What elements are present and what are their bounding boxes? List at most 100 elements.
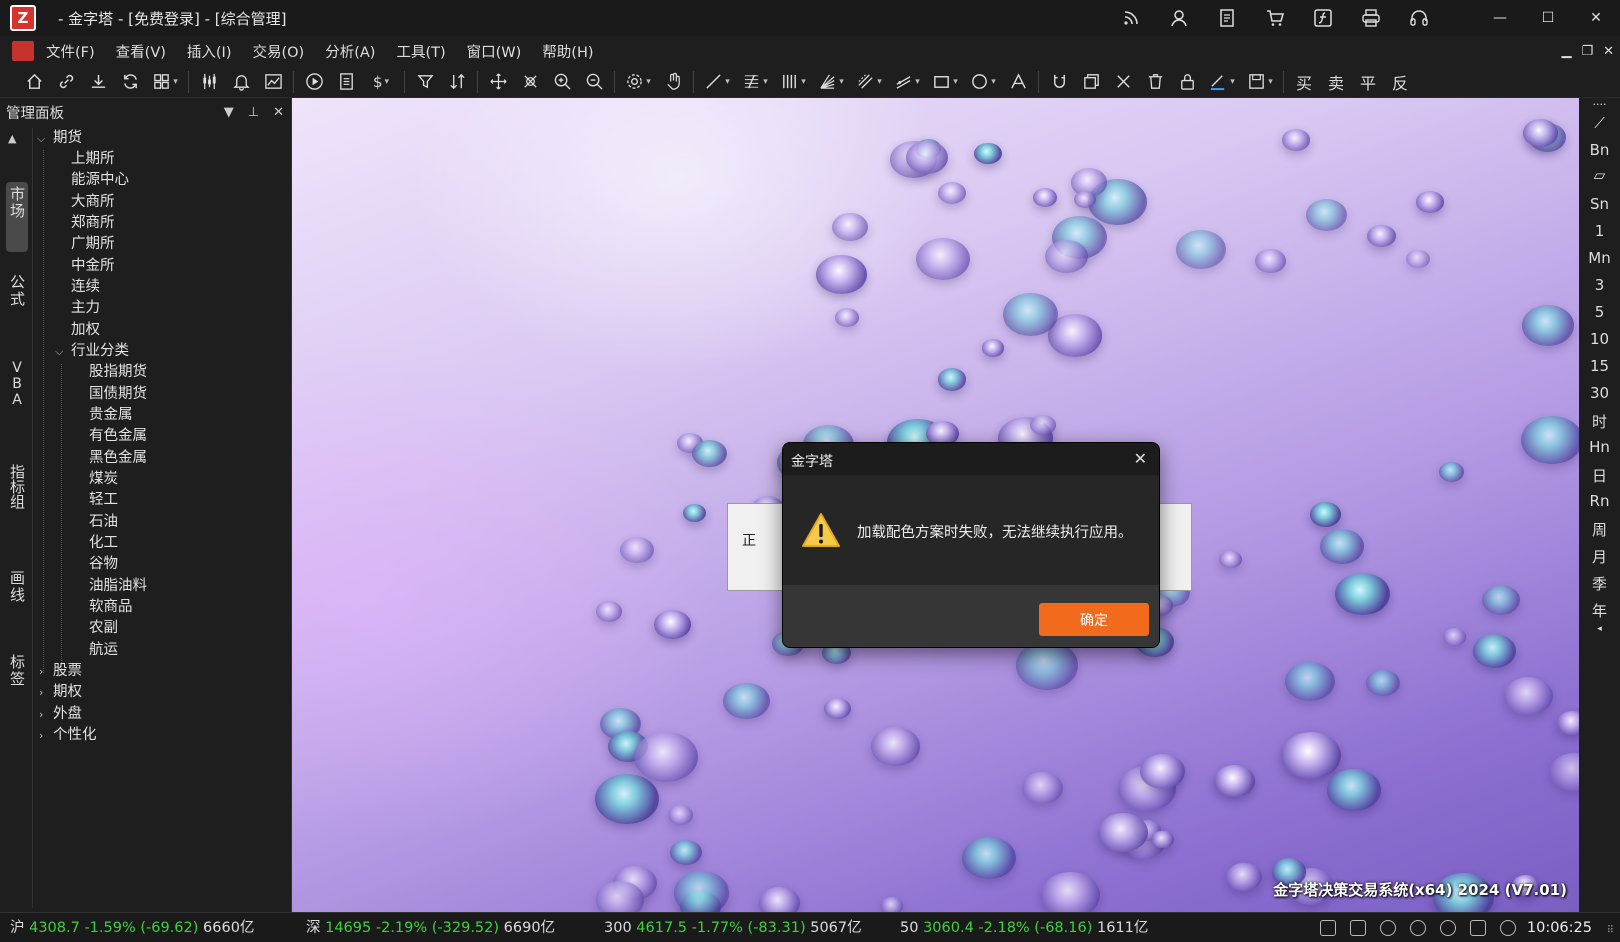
menu-help[interactable]: 帮助(H) [542,41,593,62]
tree-item[interactable]: 农副 [89,618,118,639]
index-sh[interactable]: 沪 4308.7 -1.59% (-69.62) 6660亿 [10,913,254,942]
cart-icon[interactable] [1264,7,1286,29]
period-button[interactable]: 时 [1579,411,1620,432]
resize-grip-icon[interactable]: ⠿ [1607,925,1614,936]
tree-item[interactable]: 广期所 [71,234,115,255]
close-button[interactable]: ✕ [1572,0,1620,36]
download-icon[interactable] [82,68,114,96]
period-button[interactable]: 季 [1579,573,1620,594]
period-button[interactable]: 30 [1579,384,1620,402]
menu-tools[interactable]: 工具(T) [396,41,445,62]
tree-node-stocks[interactable]: 股票 [53,661,82,682]
zoom-in-icon[interactable] [546,68,578,96]
index-300[interactable]: 300 4617.5 -1.77% (-83.31) 5067亿 [604,913,862,942]
period-button[interactable]: Sn [1579,195,1620,213]
home-icon[interactable] [18,68,50,96]
tree-node-custom[interactable]: 个性化 [53,725,97,746]
period-button[interactable]: 10 [1579,330,1620,348]
tree-item[interactable]: 国债期货 [89,384,147,405]
period-button[interactable]: Bn [1579,141,1620,159]
tree-item[interactable]: 贵金属 [89,405,133,426]
period-button[interactable]: Rn [1579,492,1620,510]
vtab-formula[interactable]: 公式 [6,270,28,330]
tree-item[interactable]: 连续 [71,277,100,298]
reverse-button[interactable]: 反 [1384,68,1416,96]
chevron-right-icon[interactable]: › [39,682,51,703]
index-sz[interactable]: 深 14695 -2.19% (-329.52) 6690亿 [306,913,555,942]
period-button[interactable]: 5 [1579,303,1620,321]
ok-button[interactable]: 确定 [1039,603,1149,636]
panel-close-icon[interactable]: ✕ [273,105,284,120]
tree-node-industry[interactable]: 行业分类 [71,341,129,362]
period-button[interactable]: 1 [1579,222,1620,240]
candlestick-icon[interactable] [193,68,225,96]
line-chart-icon[interactable]: ⟋ [1579,114,1620,132]
period-button[interactable]: Mn [1579,249,1620,267]
vtab-vba[interactable]: VBA [6,356,28,422]
period-button[interactable]: 月 [1579,546,1620,567]
mdi-restore-button[interactable]: ❐ [1581,44,1593,59]
line-tool-icon[interactable] [698,68,736,96]
calculator-icon[interactable] [1470,920,1486,936]
move-icon[interactable] [482,68,514,96]
tree-item[interactable]: 煤炭 [89,469,118,490]
settings-gear-icon[interactable] [619,68,657,96]
tree-item[interactable]: 能源中心 [71,170,129,191]
chevron-right-icon[interactable]: › [39,704,51,725]
lock-icon[interactable] [1171,68,1203,96]
vtab-market[interactable]: 市场 [6,182,28,252]
panel-dropdown-icon[interactable]: ▼ [224,105,234,120]
chevron-down-icon[interactable]: ⌵ [55,341,67,362]
tree-item[interactable]: 航运 [89,640,118,661]
ai-icon[interactable] [1500,920,1516,936]
menu-logo-icon[interactable] [12,41,34,61]
tree-item[interactable]: 有色金属 [89,426,147,447]
tree-item[interactable]: 化工 [89,533,118,554]
tree-item[interactable]: 油脂油料 [89,576,147,597]
rectangle-icon[interactable] [926,68,964,96]
period-button[interactable]: 3 [1579,276,1620,294]
tree-item[interactable]: 郑商所 [71,213,115,234]
index-50[interactable]: 50 3060.4 -2.18% (-68.16) 1611亿 [900,913,1148,942]
chart-window-icon[interactable] [257,68,289,96]
period-button[interactable]: 年 [1579,600,1620,621]
chevron-down-icon[interactable]: ⌵ [37,128,49,149]
play-icon[interactable] [298,68,330,96]
mdi-close-button[interactable]: ✕ [1603,44,1614,59]
tree-item[interactable]: 中金所 [71,256,115,277]
minimize-button[interactable]: — [1476,0,1524,36]
database-icon[interactable] [1350,920,1366,936]
scroll-up-icon[interactable]: ▲ [8,132,16,145]
notification-bell-icon[interactable] [1410,920,1426,936]
fan-lines-icon[interactable] [812,68,850,96]
link-icon[interactable] [50,68,82,96]
tree-item[interactable]: 股指期货 [89,362,147,383]
tree-node-foreign[interactable]: 外盘 [53,704,82,725]
buy-button[interactable]: 买 [1288,68,1320,96]
copy-icon[interactable] [1075,68,1107,96]
hand-icon[interactable] [657,68,689,96]
period-button[interactable]: 日 [1579,465,1620,486]
refresh-icon[interactable] [114,68,146,96]
rss-icon[interactable] [1120,7,1142,29]
tree-item[interactable]: 谷物 [89,554,118,575]
menu-file[interactable]: 文件(F) [46,41,95,62]
vtab-indicator-group[interactable]: 指标组 [6,460,28,530]
menu-insert[interactable]: 插入(I) [187,41,232,62]
text-tool-icon[interactable] [1002,68,1034,96]
layout-grid-icon[interactable] [146,68,184,96]
close-position-button[interactable]: 平 [1352,68,1384,96]
menu-view[interactable]: 查看(V) [116,41,166,62]
network-icon[interactable] [1320,920,1336,936]
trash-icon[interactable] [1139,68,1171,96]
tree-item[interactable]: 软商品 [89,597,133,618]
zoom-out-icon[interactable] [578,68,610,96]
user-icon[interactable] [1168,7,1190,29]
panel-pin-icon[interactable]: ⊥ [248,105,259,120]
pen-color-icon[interactable] [1203,68,1241,96]
report-icon[interactable] [330,68,362,96]
vtab-tags[interactable]: 标签 [6,650,28,710]
tree-item[interactable]: 黑色金属 [89,448,147,469]
filter-icon[interactable] [409,68,441,96]
speed-icon[interactable] [1380,920,1396,936]
